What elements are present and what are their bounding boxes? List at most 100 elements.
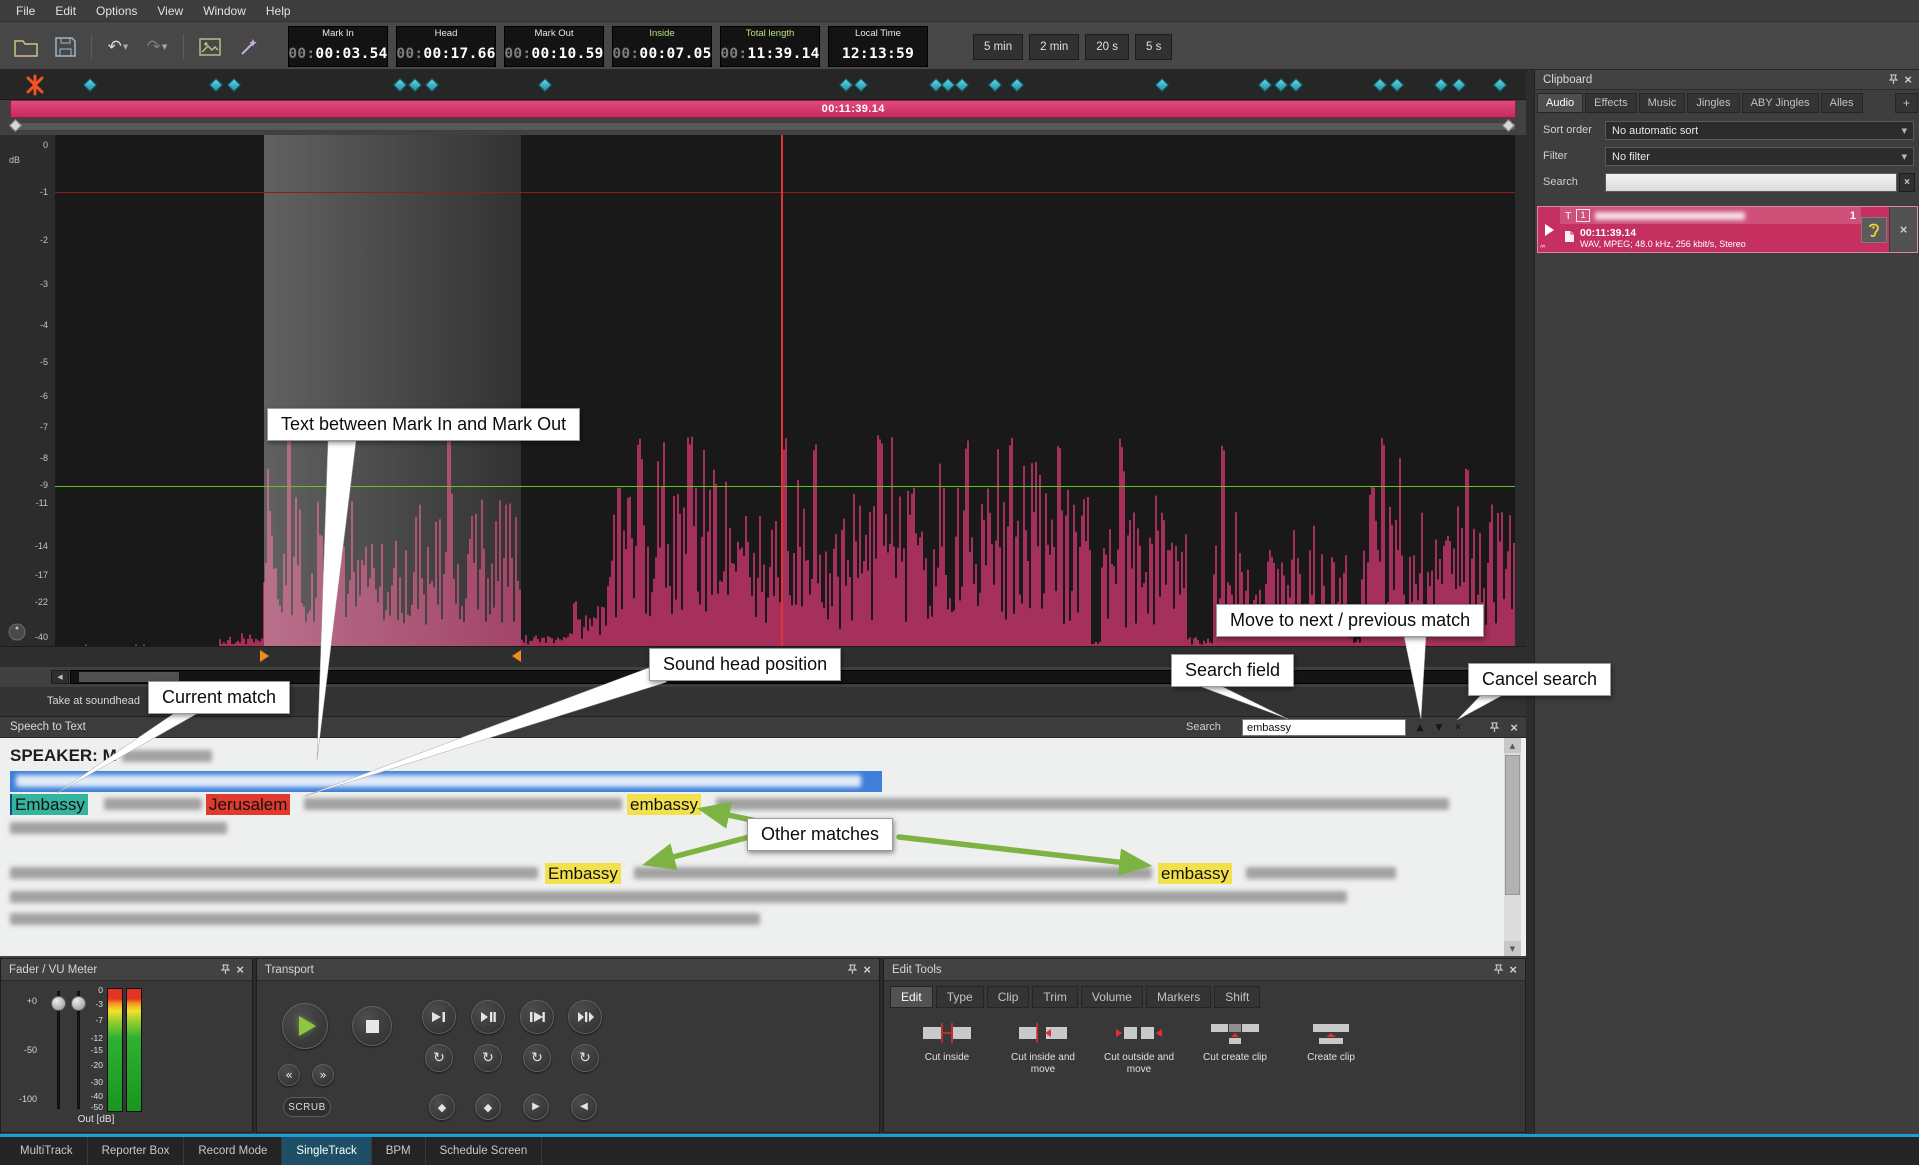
tool-cut-create-clip[interactable]: Cut create clip	[1190, 1019, 1280, 1076]
mode-tab-bpm[interactable]: BPM	[372, 1137, 426, 1165]
timeline-marker[interactable]	[83, 78, 97, 92]
timeline-marker[interactable]	[988, 78, 1002, 92]
export-image-button[interactable]	[194, 32, 226, 62]
tools-button[interactable]	[233, 32, 265, 62]
timeline-marker[interactable]	[1493, 78, 1507, 92]
marker-set-button[interactable]: ◆	[429, 1094, 455, 1120]
step-forward-button[interactable]: ▶	[523, 1094, 549, 1120]
mark-in-handle[interactable]	[260, 650, 269, 662]
mode-tab-reporter-box[interactable]: Reporter Box	[88, 1137, 185, 1165]
open-file-button[interactable]	[10, 32, 42, 62]
menu-item-window[interactable]: Window	[193, 2, 256, 20]
scrollbar-thumb[interactable]	[1505, 755, 1520, 895]
step-backward-button[interactable]: ◀	[571, 1094, 597, 1120]
skip-forward-button[interactable]: »	[312, 1064, 334, 1086]
timeline-marker[interactable]	[1390, 78, 1404, 92]
timeline-marker[interactable]	[955, 78, 969, 92]
clipboard-search-input[interactable]	[1605, 173, 1897, 192]
loop-markin-button[interactable]: ↻	[523, 1044, 551, 1072]
edit-tools-tab-edit[interactable]: Edit	[890, 986, 933, 1008]
take-at-soundhead-button[interactable]: Take at soundhead	[47, 695, 140, 707]
collapse-chevrons-icon[interactable]: ^^	[1540, 245, 1545, 252]
edit-tools-tab-shift[interactable]: Shift	[1214, 986, 1260, 1008]
remove-item-button[interactable]: ×	[1889, 207, 1917, 252]
close-icon[interactable]: ×	[236, 963, 244, 976]
timeline-marker[interactable]	[1258, 78, 1272, 92]
zoom-button-2-min[interactable]: 2 min	[1029, 34, 1079, 60]
menu-item-edit[interactable]: Edit	[45, 2, 86, 20]
menu-item-options[interactable]: Options	[86, 2, 147, 20]
tool-cut-inside[interactable]: Cut inside	[902, 1019, 992, 1076]
timeline-marker[interactable]	[425, 78, 439, 92]
tool-cut-outside-and-move[interactable]: Cut outside and move	[1094, 1019, 1184, 1076]
prelisten-button[interactable]	[1861, 217, 1887, 243]
tool-cut-inside-and-move[interactable]: Cut inside and move	[998, 1019, 1088, 1076]
clear-search-button[interactable]: ×	[1899, 173, 1915, 192]
clipboard-tab-alles[interactable]: Alles	[1821, 93, 1863, 113]
scroll-left-button[interactable]: ◀	[51, 670, 69, 684]
match-word[interactable]: Embassy	[545, 863, 621, 884]
timeline-marker[interactable]	[408, 78, 422, 92]
timeline-marker[interactable]	[1452, 78, 1466, 92]
fader-knob-left[interactable]	[51, 996, 66, 1011]
timeline-marker[interactable]	[1010, 78, 1024, 92]
scrub-button[interactable]: SCRUB	[283, 1097, 331, 1117]
timeline-marker[interactable]	[1373, 78, 1387, 92]
timeline-marker[interactable]	[209, 78, 223, 92]
save-button[interactable]	[49, 32, 81, 62]
zoom-button-5-s[interactable]: 5 s	[1135, 34, 1172, 60]
clipboard-tab-effects[interactable]: Effects	[1585, 93, 1636, 113]
timeline-marker[interactable]	[1434, 78, 1448, 92]
timeline-progress-bar[interactable]: 00:11:39.14	[10, 100, 1516, 118]
timeline-marker[interactable]	[1274, 78, 1288, 92]
edit-tools-tab-volume[interactable]: Volume	[1081, 986, 1143, 1008]
mode-tab-multitrack[interactable]: MultiTrack	[6, 1137, 88, 1165]
timeline-marker[interactable]	[941, 78, 955, 92]
filter-dropdown[interactable]: No filter ▼	[1605, 147, 1914, 166]
sort-order-dropdown[interactable]: No automatic sort ▼	[1605, 121, 1914, 140]
edit-tools-tab-markers[interactable]: Markers	[1146, 986, 1211, 1008]
match-word[interactable]: embassy	[627, 794, 701, 815]
play-button[interactable]	[282, 1003, 328, 1049]
mode-tab-schedule-screen[interactable]: Schedule Screen	[426, 1137, 543, 1165]
timeline-marker[interactable]	[1289, 78, 1303, 92]
undo-button[interactable]: ↶▼	[102, 32, 134, 62]
scroll-down-button[interactable]: ▼	[1504, 941, 1521, 956]
item-play-area[interactable]: ^^	[1538, 207, 1560, 252]
close-icon[interactable]: ×	[863, 963, 871, 976]
pin-icon[interactable]	[1494, 964, 1503, 975]
timeline-marker[interactable]	[227, 78, 241, 92]
loop-markout-button[interactable]: ↻	[571, 1044, 599, 1072]
marker-goto-button[interactable]: ◆	[475, 1094, 501, 1120]
tool-create-clip[interactable]: Create clip	[1286, 1019, 1376, 1076]
pin-panel-button[interactable]	[1486, 720, 1502, 735]
loop-selection-button[interactable]: ↻	[474, 1044, 502, 1072]
zoom-button-20-s[interactable]: 20 s	[1085, 34, 1129, 60]
clipboard-tab-music[interactable]: Music	[1639, 93, 1686, 113]
timeline-marker[interactable]	[1155, 78, 1169, 92]
panel-divider[interactable]	[1526, 70, 1534, 1134]
clipboard-audio-item[interactable]: ^^ T 1 1 00:11:39.14 WAV, MPEG; 48.0 kHz…	[1537, 206, 1918, 253]
close-icon[interactable]: ×	[1904, 73, 1912, 86]
clipboard-tab-audio[interactable]: Audio	[1537, 93, 1583, 113]
waveform-display[interactable]	[55, 135, 1515, 646]
speech-search-input[interactable]	[1242, 719, 1406, 736]
clipboard-tab-aby-jingles[interactable]: ABY Jingles	[1742, 93, 1819, 113]
menu-item-view[interactable]: View	[147, 2, 193, 20]
pin-icon[interactable]	[848, 964, 857, 975]
previous-match-button[interactable]: ▲	[1412, 720, 1428, 735]
timeline-marker[interactable]	[839, 78, 853, 92]
current-match-word[interactable]: Embassy	[10, 794, 88, 815]
edit-tools-tab-clip[interactable]: Clip	[987, 986, 1030, 1008]
match-word[interactable]: embassy	[1158, 863, 1232, 884]
play-to-end-button[interactable]	[422, 1000, 456, 1034]
mode-tab-singletrack[interactable]: SingleTrack	[282, 1137, 371, 1165]
pin-icon[interactable]	[221, 964, 230, 975]
selection-region[interactable]	[264, 135, 521, 646]
timeline-marker[interactable]	[538, 78, 552, 92]
play-pause-button[interactable]	[471, 1000, 505, 1034]
pin-icon[interactable]	[1889, 74, 1898, 85]
skip-back-button[interactable]: «	[278, 1064, 300, 1086]
selected-transcript-row[interactable]	[10, 771, 882, 792]
timeline-marker-strip[interactable]	[0, 70, 1526, 100]
